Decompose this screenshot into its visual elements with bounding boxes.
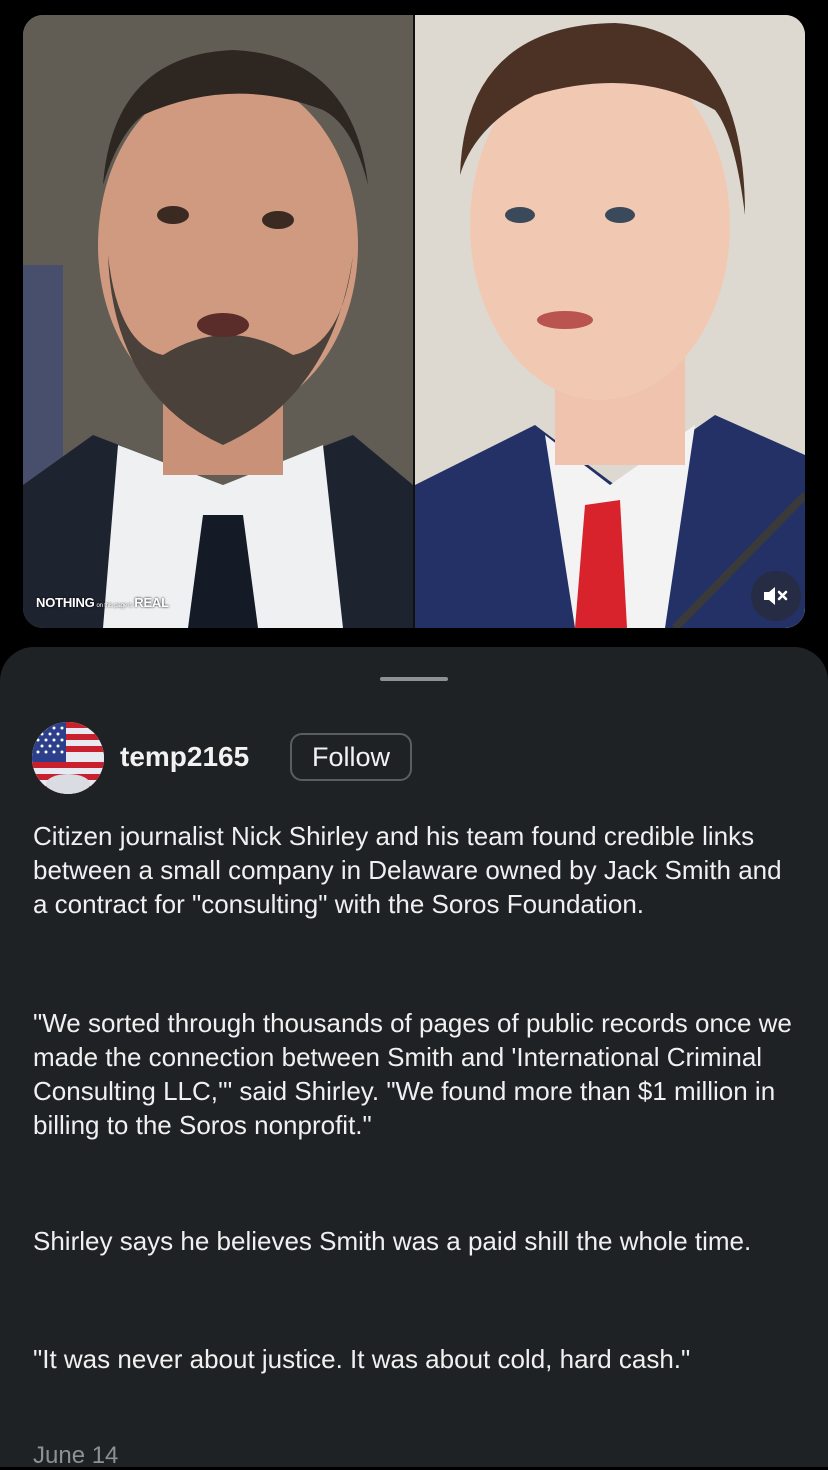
caption-paragraph-1: Citizen journalist Nick Shirley and his … <box>33 821 782 919</box>
speaker-muted-icon <box>764 587 788 605</box>
caption-paragraph-4: "It was never about justice. It was abou… <box>33 1344 691 1374</box>
caption-paragraph-2: "We sorted through thousands of pages of… <box>33 1008 792 1140</box>
follow-button[interactable]: Follow <box>290 733 412 781</box>
watermark-part1: NOTHING <box>36 595 95 610</box>
username[interactable]: temp2165 <box>120 741 249 773</box>
watermark-part2: on this page is <box>96 603 133 609</box>
caption-paragraph-3: Shirley says he believes Smith was a pai… <box>33 1226 752 1256</box>
drag-handle[interactable] <box>380 677 448 681</box>
photo-left-man-bearded <box>23 15 413 628</box>
post-date: June 14 <box>33 1442 119 1469</box>
watermark-logo: NOTHING on this page is REAL <box>36 595 169 610</box>
post-details-sheet: temp2165 Follow Citizen journalist Nick … <box>0 647 828 1469</box>
photo-right-young-man <box>415 15 805 628</box>
watermark-part3: REAL <box>134 595 169 610</box>
mute-button[interactable] <box>751 571 801 621</box>
american-flag-avatar[interactable] <box>32 722 104 794</box>
post-media[interactable]: NOTHING on this page is REAL <box>23 15 805 628</box>
